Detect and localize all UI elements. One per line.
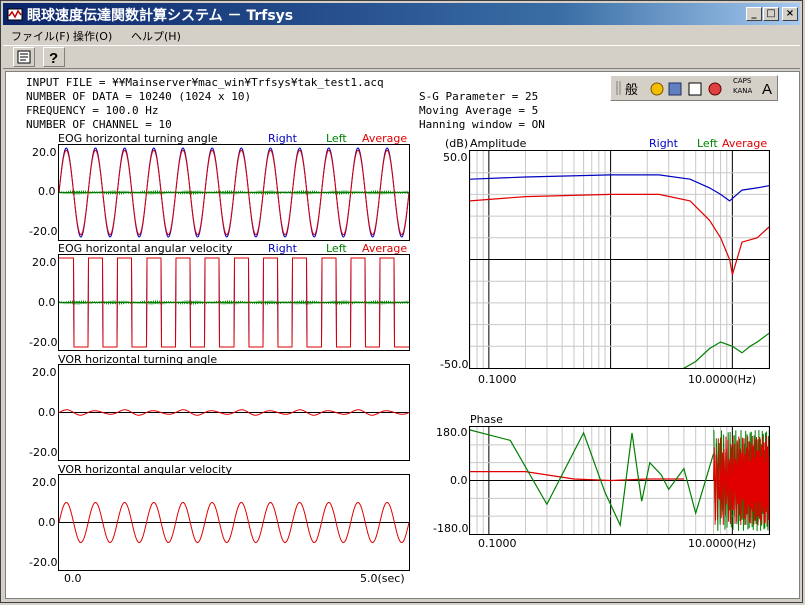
time-axis-start: 0.0: [64, 572, 82, 585]
help-question-icon: ?: [49, 50, 58, 67]
amplitude-unit: (dB): [445, 137, 469, 150]
chart4-svg: [59, 501, 409, 544]
phase-ytick-mid: 0.0: [450, 474, 468, 487]
info-block: INPUT FILE = ¥¥Mainserver¥mac_win¥Trfsys…: [26, 76, 384, 132]
close-button[interactable]: ×: [782, 7, 798, 21]
maximize-button[interactable]: □: [763, 7, 779, 21]
phase-title: Phase: [470, 413, 503, 426]
menu-help[interactable]: ヘルプ(H): [131, 28, 181, 44]
chart4-ytick-top: 20.0: [32, 476, 57, 489]
frequency-text: FREQUENCY = 100.0 Hz: [26, 104, 159, 117]
chart4-plot: [58, 474, 410, 571]
minimize-button[interactable]: _: [746, 7, 762, 21]
hanning-window-text: Hanning window = ON: [419, 118, 545, 131]
open-file-button[interactable]: [13, 47, 35, 67]
chart3-ytick-bottom: -20.0: [29, 446, 58, 459]
chart1-ytick-bottom: -20.0: [29, 225, 58, 238]
sg-parameter-text: S-G Parameter = 25: [419, 90, 539, 103]
menu-file[interactable]: ファイル(F): [11, 28, 70, 44]
chart4-ytick-bottom: -20.0: [29, 556, 58, 569]
amplitude-svg: [470, 151, 769, 368]
phase-plot: [469, 426, 770, 535]
number-of-data-text: NUMBER OF DATA = 10240 (1024 x 10): [26, 90, 252, 103]
chart2-ytick-bottom: -20.0: [29, 336, 58, 349]
time-axis-end: 5.0(sec): [360, 572, 405, 585]
chart3-svg: [59, 409, 409, 416]
ime-language-bar[interactable]: 般 CAPS KANA A: [610, 75, 778, 101]
kana-label: KANA: [733, 87, 753, 95]
window-title: 眼球速度伝達関数計算システム － Trfsys: [27, 8, 294, 24]
ime-mode-label[interactable]: 般: [625, 79, 638, 98]
svg-text:A: A: [762, 81, 772, 98]
menu-bar: ファイル(F) 操作(O) ヘルプ(H): [3, 26, 800, 44]
ime-grip-icon: [616, 81, 621, 95]
chart1-svg: [59, 147, 409, 238]
amp-ytick-top: 50.0: [443, 151, 468, 164]
amp-ytick-bottom: -50.0: [440, 358, 469, 371]
menu-operate[interactable]: 操作(O): [73, 28, 112, 44]
chart2-svg: [59, 257, 409, 348]
phase-ytick-bottom: -180.0: [433, 522, 469, 535]
phase-ytick-top: 180.0: [436, 426, 468, 439]
number-of-channel-text: NUMBER OF CHANNEL = 10: [26, 118, 172, 131]
input-file-text: INPUT FILE = ¥¥Mainserver¥mac_win¥Trfsys…: [26, 76, 384, 89]
chart2-ytick-mid: 0.0: [38, 296, 56, 309]
help-button[interactable]: ?: [43, 47, 65, 67]
amplitude-plot: [469, 150, 770, 369]
amp-legend-right: Right: [649, 137, 678, 150]
series-average: [470, 470, 684, 482]
chart1-plot: [58, 144, 410, 241]
ime-tools-icon[interactable]: [649, 80, 729, 98]
document-icon: [17, 50, 31, 64]
phase-xtick-left: 0.1000: [478, 537, 517, 550]
toolbar: ?: [3, 45, 800, 69]
caps-label: CAPS: [733, 77, 752, 85]
chart3-ytick-top: 20.0: [32, 366, 57, 379]
chart1-ytick-top: 20.0: [32, 146, 57, 159]
moving-average-text: Moving Average = 5: [419, 104, 539, 117]
chart3-plot: [58, 364, 410, 461]
amp-legend-left: Left: [697, 137, 718, 150]
phase-xtick-right: 10.0000(Hz): [688, 537, 757, 550]
chart4-ytick-mid: 0.0: [38, 516, 56, 529]
amp-xtick-right: 10.0000(Hz): [688, 373, 757, 386]
parameter-block: S-G Parameter = 25 Moving Average = 5 Ha…: [419, 90, 545, 132]
app-icon: [7, 8, 23, 21]
amplitude-title: Amplitude: [470, 137, 527, 150]
series-left: [683, 332, 769, 368]
amp-xtick-left: 0.1000: [478, 373, 517, 386]
title-bar[interactable]: 眼球速度伝達関数計算システム － Trfsys _ □ ×: [3, 3, 800, 25]
svg-text:?: ?: [49, 50, 58, 66]
phase-svg: [470, 427, 769, 534]
ime-input-mode-icon[interactable]: A: [759, 78, 777, 98]
chart2-ytick-top: 20.0: [32, 256, 57, 269]
chart2-plot: [58, 254, 410, 351]
series-average: [470, 193, 769, 275]
chart3-ytick-mid: 0.0: [38, 406, 56, 419]
amp-legend-average: Average: [722, 137, 768, 150]
chart1-ytick-mid: 0.0: [38, 185, 56, 198]
